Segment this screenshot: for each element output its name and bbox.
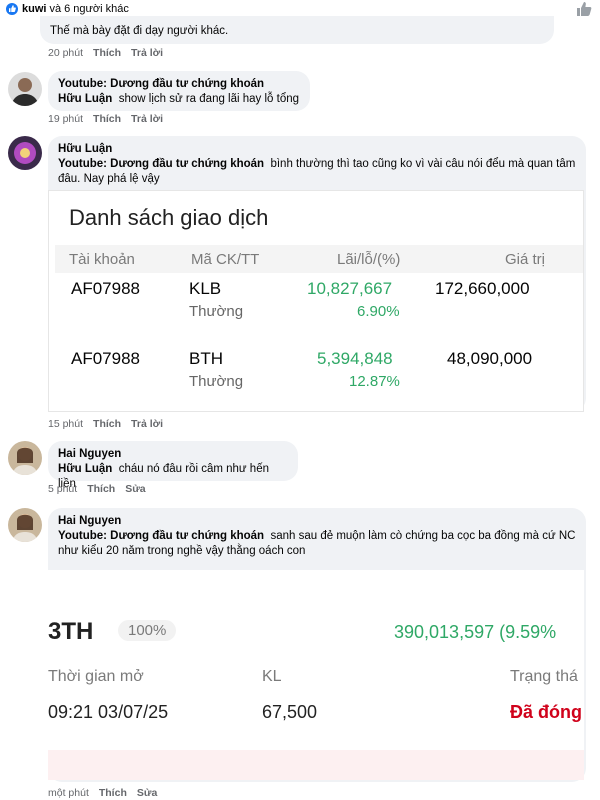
thumbs-up-icon[interactable] (576, 1, 592, 17)
position-profit: 390,013,597 (9.59% (394, 622, 557, 642)
comment-actions: một phút Thích Sửa (48, 787, 157, 799)
like-button[interactable]: Thích (87, 483, 115, 495)
percent-badge: 100% (118, 620, 177, 641)
mention-tag[interactable]: Youtube: Dương đầu tư chứng khoán (58, 158, 270, 170)
table-row: AF07988 BTH Thường 5,394,848 12.87% 48,0… (49, 347, 585, 407)
reply-button[interactable]: Trả lời (131, 418, 163, 430)
trade-list-image[interactable]: Danh sách giao dịch Tài khoản Mã CK/TT L… (48, 190, 584, 412)
mention-tag[interactable]: Hữu Luận (58, 93, 119, 105)
mention-tag[interactable]: Youtube: Dương đầu tư chứng khoán (58, 530, 270, 542)
comment-time: 20 phút (48, 47, 84, 59)
reactor-others: và 6 người khác (49, 3, 129, 15)
like-icon (6, 3, 18, 15)
col-symbol: Mã CK/TT (191, 251, 260, 268)
symbol-cell: BTH (189, 349, 223, 368)
comment-text: show lịch sử ra đang lãi hay lỗ tổng (118, 93, 300, 105)
col-account: Tài khoản (69, 251, 135, 268)
avatar[interactable] (8, 136, 42, 170)
pct-cell: 6.90% (357, 303, 400, 320)
pct-cell: 12.87% (349, 373, 400, 390)
reactor-name: kuwi (22, 3, 47, 15)
value-cell: 172,660,000 (435, 279, 530, 298)
like-button[interactable]: Thích (99, 787, 127, 799)
avatar[interactable] (8, 72, 42, 106)
comment-text: Thế mà bày đặt đi dạy người khác. (50, 25, 229, 37)
status-label: Trạng thá (510, 668, 578, 685)
col-value: Giá trị (505, 251, 546, 268)
avatar[interactable] (8, 508, 42, 542)
account-cell: AF07988 (71, 349, 140, 368)
col-pnl: Lãi/lỗ/(%) (337, 251, 401, 268)
status-value: Đã đóng (510, 702, 582, 722)
comment-time: 5 phút (48, 483, 78, 495)
symbol-cell: KLB (189, 279, 222, 298)
edit-button[interactable]: Sửa (137, 787, 157, 799)
comment-actions: 20 phút Thích Trả lời (48, 47, 163, 59)
reply-button[interactable]: Trả lời (131, 113, 163, 125)
qty-value: 67,500 (262, 702, 318, 722)
like-button[interactable]: Thích (93, 113, 121, 125)
account-cell: AF07988 (71, 279, 140, 298)
open-time-label: Thời gian mở (48, 668, 144, 685)
comment-author[interactable]: Hai Nguyen (58, 447, 288, 462)
avatar[interactable] (8, 441, 42, 475)
table-row: AF07988 KLB Thường 10,827,667 6.90% 172,… (49, 277, 585, 337)
position-card: 3TH 100% 390,013,597 (9.59% Thời gian mở… (48, 570, 584, 750)
pnl-cell: 10,827,667 (307, 279, 393, 298)
comment-bubble: Thế mà bày đặt đi dạy người khác. (40, 16, 554, 44)
type-cell: Thường (189, 303, 244, 320)
comment-time: 15 phút (48, 418, 84, 430)
trade-list-title: Danh sách giao dịch (69, 205, 269, 230)
comment-time: một phút (48, 787, 89, 799)
mention-tag[interactable]: Hữu Luận (58, 463, 119, 475)
pnl-cell: 5,394,848 (317, 349, 393, 368)
position-symbol: 3TH (48, 618, 94, 645)
trade-list-header: Tài khoản Mã CK/TT Lãi/lỗ/(%) Giá trị (55, 245, 583, 273)
like-button[interactable]: Thích (93, 418, 121, 430)
qty-label: KL (262, 668, 282, 685)
value-cell: 48,090,000 (447, 349, 533, 368)
position-image[interactable]: 3TH 100% 390,013,597 (9.59% Thời gian mở… (48, 570, 584, 780)
comment-actions: 5 phút Thích Sửa (48, 483, 146, 495)
like-button[interactable]: Thích (93, 47, 121, 59)
edit-button[interactable]: Sửa (125, 483, 145, 495)
comment-author[interactable]: Hữu Luận (58, 142, 576, 157)
open-time-value: 09:21 03/07/25 (48, 702, 169, 722)
comment-bubble: Youtube: Dương đầu tư chứng khoán Hữu Lu… (48, 71, 310, 111)
comment-actions: 19 phút Thích Trả lời (48, 113, 163, 125)
comment-bubble: Hai Nguyen Hữu Luận cháu nó đâu rồi câm … (48, 441, 298, 490)
type-cell: Thường (189, 373, 244, 390)
reply-button[interactable]: Trả lời (131, 47, 163, 59)
comment-author[interactable]: Hai Nguyen (58, 514, 576, 529)
comment-time: 19 phút (48, 113, 84, 125)
comment-author[interactable]: Youtube: Dương đầu tư chứng khoán (58, 77, 300, 92)
comment-actions: 15 phút Thích Trả lời (48, 418, 163, 430)
